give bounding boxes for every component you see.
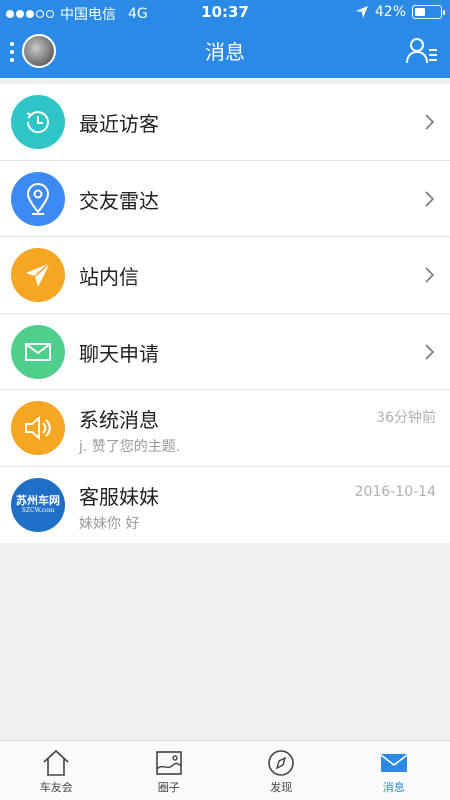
tab-messages[interactable]: 消息	[338, 741, 450, 800]
tab-label: 发现	[270, 781, 293, 794]
list-item-label: 最近访客	[79, 112, 159, 136]
tab-bar: 车友会 圈子 发现 消息	[0, 740, 450, 800]
list-item-customer-service[interactable]: 苏州车网 SZCW.com 客服妹妹 妹妹你 好 2016-10-14	[0, 467, 450, 544]
chevron-right-icon	[425, 114, 434, 130]
location-arrow-icon	[355, 6, 368, 18]
list-item-preview: 妹妹你 好	[79, 515, 140, 532]
list-item-friend-radar[interactable]: 交友雷达	[0, 161, 450, 237]
paper-plane-icon	[11, 248, 65, 302]
list-item-label: 站内信	[79, 265, 139, 289]
tab-label: 车友会	[39, 781, 73, 794]
list-item-preview: j. 赞了您的主题.	[79, 439, 181, 455]
tab-discover[interactable]: 发现	[225, 741, 338, 800]
house-icon	[43, 749, 69, 776]
list-item-label: 系统消息	[79, 408, 159, 432]
status-bar: 中国电信 4G 10:37 42%	[0, 0, 450, 26]
clock-history-icon	[11, 95, 65, 149]
tab-circles[interactable]: 圈子	[113, 741, 226, 800]
chevron-right-icon	[425, 343, 434, 360]
tab-car-club[interactable]: 车友会	[0, 741, 113, 800]
image-icon	[155, 751, 182, 775]
tab-label: 消息	[382, 781, 405, 794]
service-logo-avatar: 苏州车网 SZCW.com	[11, 477, 65, 532]
envelope-icon	[11, 324, 65, 379]
chevron-right-icon	[425, 267, 434, 283]
list-item-site-mail[interactable]: 站内信	[0, 237, 450, 314]
list-item-chat-requests[interactable]: 聊天申请	[0, 314, 450, 390]
status-right: 42%	[355, 4, 445, 20]
chevron-right-icon	[425, 190, 434, 207]
message-list: 最近访客 交友雷达 站内信 聊天申请 系统消息 j. 赞了您的主题. 36分钟前	[0, 84, 450, 543]
contacts-list-icon[interactable]	[406, 36, 438, 64]
battery-icon	[412, 5, 445, 19]
list-item-system-messages[interactable]: 系统消息 j. 赞了您的主题. 36分钟前	[0, 390, 450, 467]
compass-icon	[268, 750, 295, 776]
list-item-label: 客服妹妹	[79, 484, 159, 509]
list-item-label: 聊天申请	[79, 341, 159, 366]
nav-bar: 消息	[0, 26, 450, 78]
battery-percent: 42%	[374, 4, 406, 20]
speaker-icon	[11, 401, 65, 455]
list-item-time: 36分钟前	[376, 410, 436, 426]
tab-label: 圈子	[157, 781, 180, 794]
logo-subtext: SZCW.com	[21, 507, 55, 514]
logo-text: 苏州车网	[16, 494, 60, 507]
page-title: 消息	[205, 40, 245, 64]
list-item-recent-visitors[interactable]: 最近访客	[0, 84, 450, 161]
list-item-time: 2016-10-14	[354, 483, 436, 500]
location-pin-icon	[11, 171, 65, 226]
list-item-label: 交友雷达	[79, 188, 159, 213]
mail-icon	[380, 754, 408, 772]
top-bar: 中国电信 4G 10:37 42% 消息	[0, 0, 450, 78]
